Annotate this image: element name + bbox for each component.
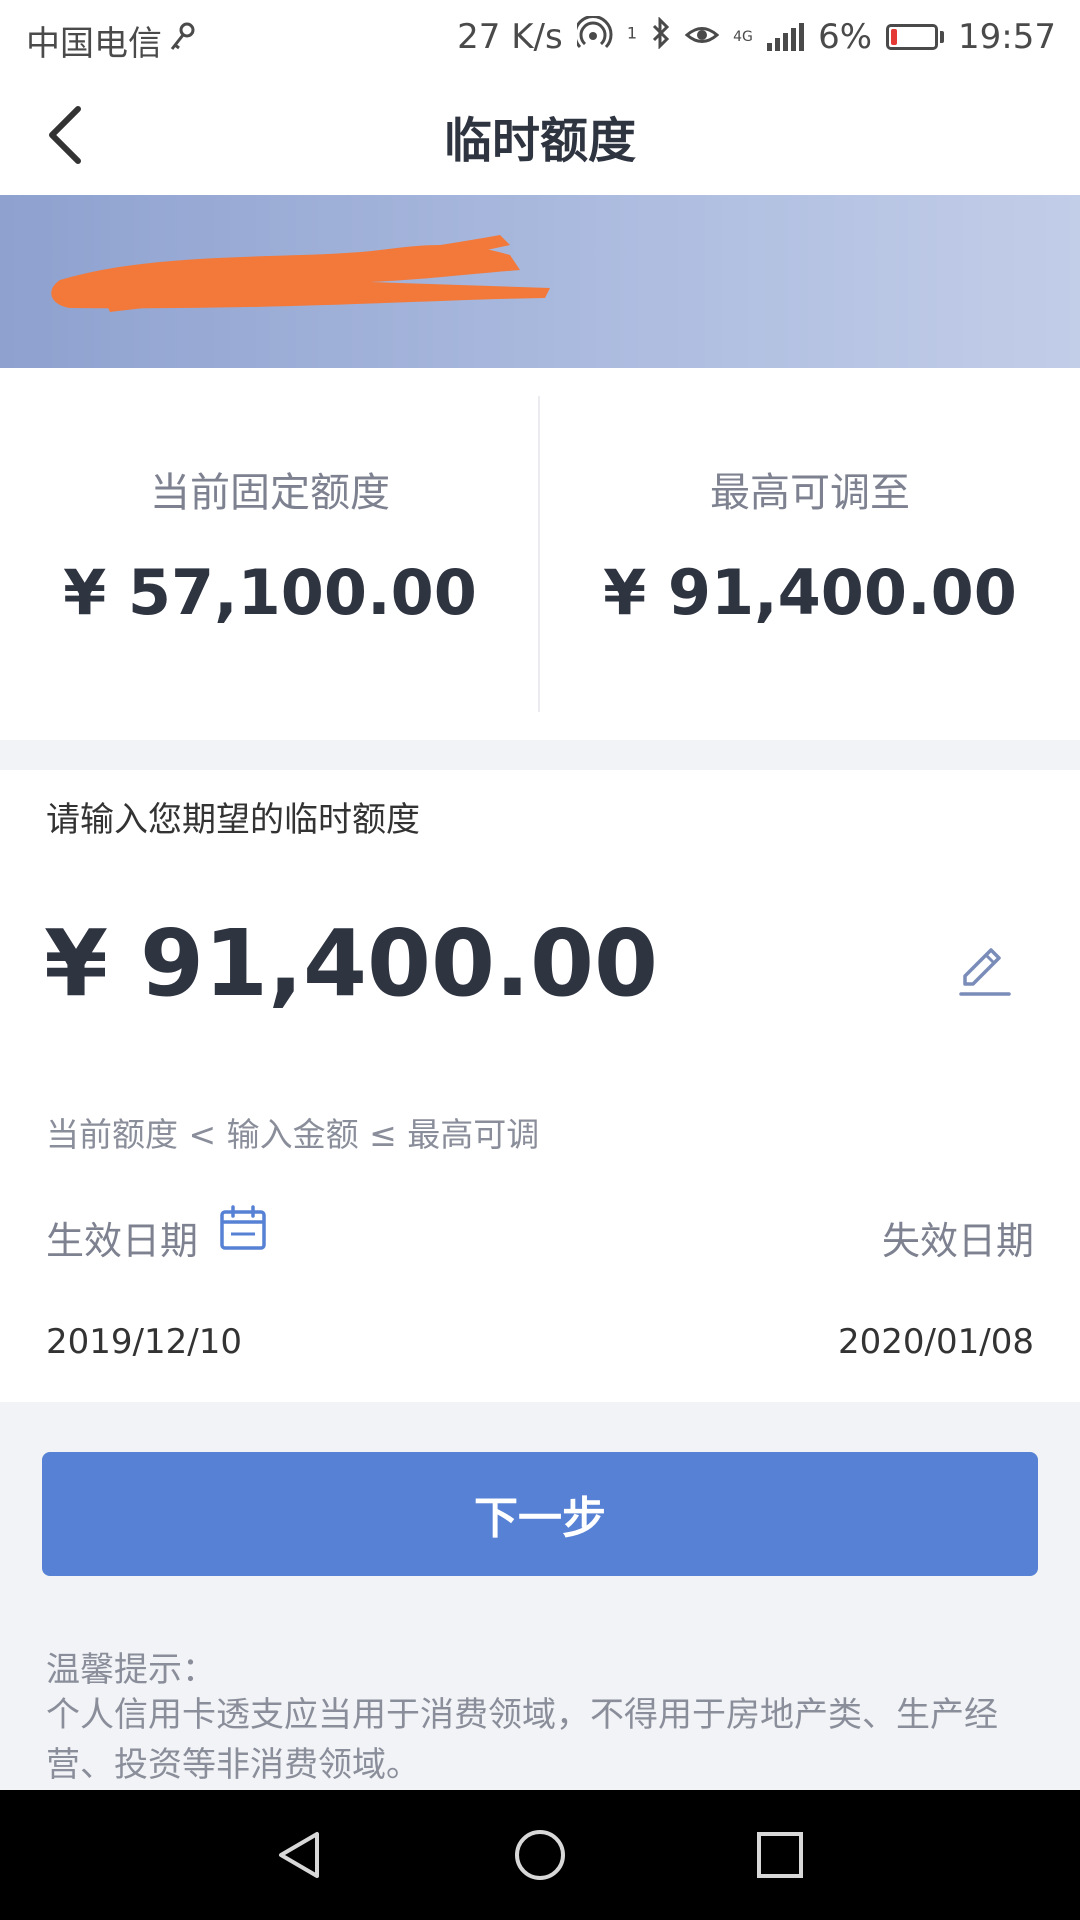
next-step-button[interactable]: 下一步 [42,1452,1038,1576]
page-title: 临时额度 [443,113,636,169]
quota-summary: 当前固定额度 ¥ 57,100.00 最高可调至 ¥ 91,400.00 [0,368,1080,740]
eye-comfort-icon [684,18,720,56]
amount-input[interactable]: ¥ 91,400.00 [44,910,658,1017]
nav-bar: 临时额度 [0,75,1080,195]
amount-prompt: 请输入您期望的临时额度 [46,800,420,840]
end-date-label: 失效日期 [881,1219,1034,1263]
key-icon [168,21,196,61]
start-date-label: 生效日期 [46,1219,199,1263]
pencil-icon[interactable] [955,940,1015,1000]
signal-icon [767,23,805,51]
hotspot-badge: 1 [626,23,638,43]
calendar-icon[interactable] [218,1204,268,1252]
bluetooth-icon [651,16,671,57]
battery-icon [886,24,945,50]
tips-body: 个人信用卡透支应当用于消费领域，不得用于房地产类、生产经营、投资等非消费领域。 [46,1695,998,1785]
system-nav-bar [0,1790,1080,1920]
current-quota-block: 当前固定额度 ¥ 57,100.00 [0,368,540,740]
square-recent-icon[interactable] [745,1820,815,1890]
status-right: 27 K/s 1 4G 6% 19:57 [457,15,1056,58]
section-separator [0,740,1080,770]
triangle-back-icon[interactable] [265,1820,335,1890]
battery-percent: 6% [818,17,873,57]
end-date-value: 2020/01/08 [838,1322,1034,1362]
status-left: 中国电信 [26,16,196,65]
clock: 19:57 [958,17,1056,57]
tips-title: 温馨提示： [46,1650,216,1690]
circle-home-icon[interactable] [505,1820,575,1890]
amount-rule-hint: 当前额度 < 输入金额 ≤ 最高可调 [46,1115,540,1154]
bottom-area: 下一步 温馨提示： 个人信用卡透支应当用于消费领域，不得用于房地产类、生产经营、… [0,1402,1080,1790]
current-quota-label: 当前固定额度 [150,470,390,516]
start-date-value[interactable]: 2019/12/10 [46,1322,242,1362]
card-banner [0,195,1080,368]
hotspot-icon: 1 [573,15,638,58]
redaction-mark [51,235,551,312]
net-speed: 27 K/s [457,17,563,57]
current-quota-value: ¥ 57,100.00 [63,556,477,629]
max-quota-block: 最高可调至 ¥ 91,400.00 [540,368,1080,740]
carrier-name: 中国电信 [26,24,162,64]
max-quota-value: ¥ 91,400.00 [603,556,1017,629]
status-bar: 中国电信 27 K/s 1 4G 6% 19:57 [0,0,1080,75]
max-quota-label: 最高可调至 [710,470,910,516]
temp-quota-form: 请输入您期望的临时额度 ¥ 91,400.00 当前额度 < 输入金额 ≤ 最高… [0,770,1080,1402]
network-type: 4G [733,29,753,45]
